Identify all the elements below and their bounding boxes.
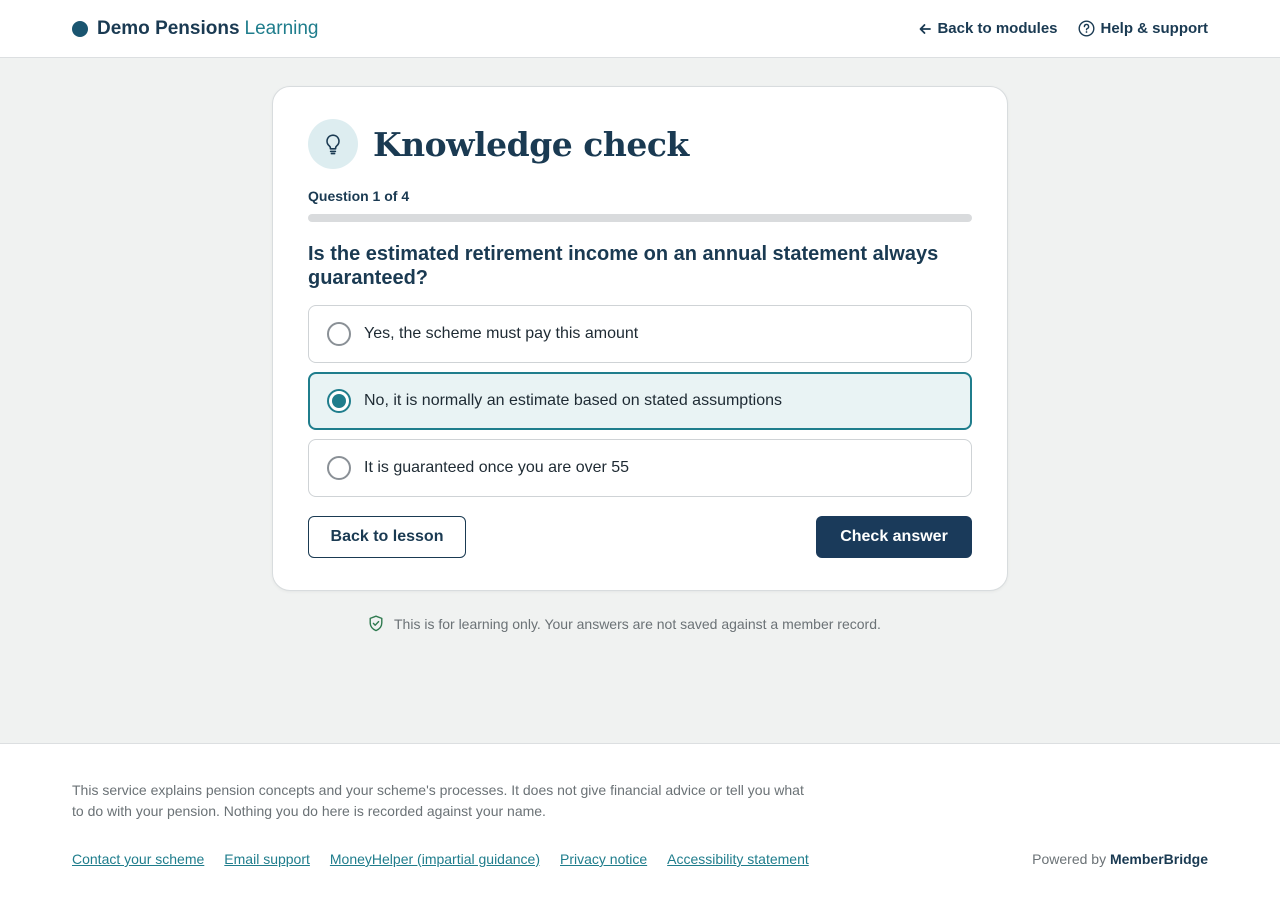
- help-circle-icon: [1077, 20, 1095, 37]
- header-nav: Back to modules Help & support: [919, 20, 1208, 37]
- knowledge-check-card: Knowledge check Question 1 of 4 Is the e…: [272, 86, 1008, 591]
- quiz-progress-bar: [308, 214, 972, 222]
- question-counter: Question 1 of 4: [308, 188, 410, 204]
- footer-link-accessibility[interactable]: Accessibility statement: [667, 851, 809, 867]
- answer-option[interactable]: Yes, the scheme must pay this amount: [308, 305, 972, 363]
- brand-accent: Learning: [244, 17, 319, 39]
- question-text: Is the estimated retirement income on an…: [308, 243, 939, 289]
- lightbulb-icon: [308, 119, 358, 169]
- learning-notice-text: This is for learning only. Your answers …: [394, 615, 881, 632]
- footer-link-moneyhelper[interactable]: MoneyHelper (impartial guidance): [330, 851, 540, 867]
- back-to-modules-link[interactable]: Back to modules: [919, 20, 1058, 37]
- footer-links: Contact your scheme Email support MoneyH…: [72, 851, 809, 867]
- radio-button[interactable]: [327, 456, 351, 480]
- answer-option-label: It is guaranteed once you are over 55: [364, 459, 630, 476]
- answer-option-label: No, it is normally an estimate based on …: [364, 392, 782, 409]
- answer-option[interactable]: No, it is normally an estimate based on …: [308, 372, 972, 430]
- learning-notice: This is for learning only. Your answers …: [368, 615, 881, 632]
- shield-check-icon: [369, 615, 383, 632]
- footer-link-privacy[interactable]: Privacy notice: [560, 851, 647, 867]
- footer-link-contact-scheme[interactable]: Contact your scheme: [72, 851, 204, 867]
- brand-logo[interactable]: Demo Pensions Learning: [72, 18, 319, 40]
- powered-by: Powered by MemberBridge: [1032, 851, 1208, 867]
- powered-by-brand: MemberBridge: [1109, 851, 1208, 867]
- check-answer-button[interactable]: Check answer: [816, 516, 972, 558]
- radio-button[interactable]: [327, 322, 351, 346]
- help-support-label: Help & support: [1100, 20, 1209, 37]
- answer-option-label: Yes, the scheme must pay this amount: [364, 325, 639, 342]
- answer-option[interactable]: It is guaranteed once you are over 55: [308, 439, 972, 497]
- footer-link-email-support[interactable]: Email support: [224, 851, 310, 867]
- back-to-modules-label: Back to modules: [937, 20, 1058, 37]
- powered-by-prefix: Powered by: [1032, 851, 1107, 867]
- page-title: Knowledge check: [373, 124, 689, 164]
- back-to-lesson-button[interactable]: Back to lesson: [308, 516, 466, 558]
- card-header: Knowledge check: [308, 119, 689, 169]
- footer-disclaimer: This service explains pension concepts a…: [72, 782, 804, 819]
- radio-button[interactable]: [327, 389, 351, 413]
- top-header: Demo Pensions Learning Back to modules He…: [0, 0, 1280, 58]
- brand-name: Demo Pensions: [97, 17, 240, 39]
- help-support-link[interactable]: Help & support: [1077, 20, 1209, 37]
- arrow-left-icon: [920, 23, 932, 34]
- brand-dot-icon: [72, 20, 88, 37]
- page-footer: This service explains pension concepts a…: [0, 743, 1280, 900]
